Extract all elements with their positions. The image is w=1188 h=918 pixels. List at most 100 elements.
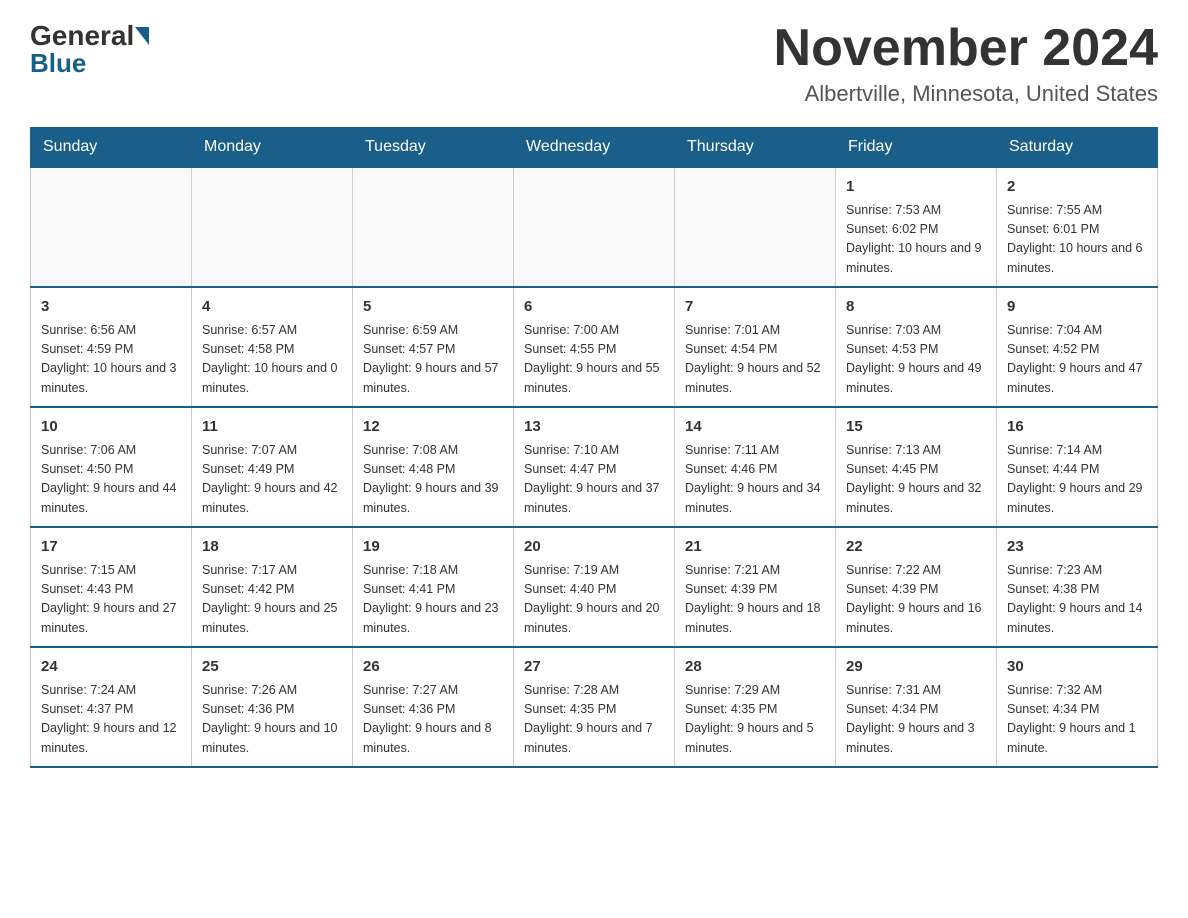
day-number: 6 bbox=[524, 296, 664, 319]
cell-content: Sunrise: 7:11 AMSunset: 4:46 PMDaylight:… bbox=[685, 441, 825, 519]
day-number: 20 bbox=[524, 536, 664, 559]
cell-content: Sunrise: 7:13 AMSunset: 4:45 PMDaylight:… bbox=[846, 441, 986, 519]
header: General Blue November 2024 Albertville, … bbox=[30, 20, 1158, 107]
calendar-cell-w2-d7: 9Sunrise: 7:04 AMSunset: 4:52 PMDaylight… bbox=[997, 287, 1158, 407]
calendar-cell-w4-d7: 23Sunrise: 7:23 AMSunset: 4:38 PMDayligh… bbox=[997, 527, 1158, 647]
calendar-cell-w1-d2 bbox=[192, 167, 353, 287]
day-number: 9 bbox=[1007, 296, 1147, 319]
calendar-cell-w5-d7: 30Sunrise: 7:32 AMSunset: 4:34 PMDayligh… bbox=[997, 647, 1158, 767]
cell-content: Sunrise: 7:14 AMSunset: 4:44 PMDaylight:… bbox=[1007, 441, 1147, 519]
calendar-cell-w5-d4: 27Sunrise: 7:28 AMSunset: 4:35 PMDayligh… bbox=[514, 647, 675, 767]
calendar-week-1: 1Sunrise: 7:53 AMSunset: 6:02 PMDaylight… bbox=[31, 167, 1158, 287]
day-number: 17 bbox=[41, 536, 181, 559]
calendar-cell-w1-d5 bbox=[675, 167, 836, 287]
calendar-cell-w5-d5: 28Sunrise: 7:29 AMSunset: 4:35 PMDayligh… bbox=[675, 647, 836, 767]
calendar-cell-w3-d7: 16Sunrise: 7:14 AMSunset: 4:44 PMDayligh… bbox=[997, 407, 1158, 527]
calendar-cell-w5-d3: 26Sunrise: 7:27 AMSunset: 4:36 PMDayligh… bbox=[353, 647, 514, 767]
day-number: 26 bbox=[363, 656, 503, 679]
day-number: 10 bbox=[41, 416, 181, 439]
calendar-cell-w4-d4: 20Sunrise: 7:19 AMSunset: 4:40 PMDayligh… bbox=[514, 527, 675, 647]
calendar-cell-w2-d6: 8Sunrise: 7:03 AMSunset: 4:53 PMDaylight… bbox=[836, 287, 997, 407]
day-number: 22 bbox=[846, 536, 986, 559]
calendar-cell-w5-d2: 25Sunrise: 7:26 AMSunset: 4:36 PMDayligh… bbox=[192, 647, 353, 767]
day-number: 27 bbox=[524, 656, 664, 679]
calendar-week-2: 3Sunrise: 6:56 AMSunset: 4:59 PMDaylight… bbox=[31, 287, 1158, 407]
cell-content: Sunrise: 7:04 AMSunset: 4:52 PMDaylight:… bbox=[1007, 321, 1147, 399]
cell-content: Sunrise: 7:27 AMSunset: 4:36 PMDaylight:… bbox=[363, 681, 503, 759]
header-friday: Friday bbox=[836, 128, 997, 168]
cell-content: Sunrise: 7:55 AMSunset: 6:01 PMDaylight:… bbox=[1007, 201, 1147, 279]
calendar-cell-w2-d5: 7Sunrise: 7:01 AMSunset: 4:54 PMDaylight… bbox=[675, 287, 836, 407]
day-number: 2 bbox=[1007, 176, 1147, 199]
logo: General Blue bbox=[30, 20, 150, 79]
cell-content: Sunrise: 7:08 AMSunset: 4:48 PMDaylight:… bbox=[363, 441, 503, 519]
day-number: 8 bbox=[846, 296, 986, 319]
calendar-cell-w3-d6: 15Sunrise: 7:13 AMSunset: 4:45 PMDayligh… bbox=[836, 407, 997, 527]
cell-content: Sunrise: 7:01 AMSunset: 4:54 PMDaylight:… bbox=[685, 321, 825, 399]
day-number: 30 bbox=[1007, 656, 1147, 679]
calendar-cell-w3-d3: 12Sunrise: 7:08 AMSunset: 4:48 PMDayligh… bbox=[353, 407, 514, 527]
day-number: 16 bbox=[1007, 416, 1147, 439]
cell-content: Sunrise: 6:59 AMSunset: 4:57 PMDaylight:… bbox=[363, 321, 503, 399]
month-title: November 2024 bbox=[774, 20, 1158, 77]
calendar-cell-w1-d6: 1Sunrise: 7:53 AMSunset: 6:02 PMDaylight… bbox=[836, 167, 997, 287]
cell-content: Sunrise: 7:06 AMSunset: 4:50 PMDaylight:… bbox=[41, 441, 181, 519]
cell-content: Sunrise: 7:31 AMSunset: 4:34 PMDaylight:… bbox=[846, 681, 986, 759]
day-number: 25 bbox=[202, 656, 342, 679]
calendar-cell-w4-d2: 18Sunrise: 7:17 AMSunset: 4:42 PMDayligh… bbox=[192, 527, 353, 647]
calendar-cell-w2-d2: 4Sunrise: 6:57 AMSunset: 4:58 PMDaylight… bbox=[192, 287, 353, 407]
cell-content: Sunrise: 6:57 AMSunset: 4:58 PMDaylight:… bbox=[202, 321, 342, 399]
calendar-cell-w5-d6: 29Sunrise: 7:31 AMSunset: 4:34 PMDayligh… bbox=[836, 647, 997, 767]
cell-content: Sunrise: 7:15 AMSunset: 4:43 PMDaylight:… bbox=[41, 561, 181, 639]
calendar-cell-w3-d4: 13Sunrise: 7:10 AMSunset: 4:47 PMDayligh… bbox=[514, 407, 675, 527]
day-number: 4 bbox=[202, 296, 342, 319]
calendar-cell-w1-d7: 2Sunrise: 7:55 AMSunset: 6:01 PMDaylight… bbox=[997, 167, 1158, 287]
day-number: 21 bbox=[685, 536, 825, 559]
day-number: 24 bbox=[41, 656, 181, 679]
cell-content: Sunrise: 7:19 AMSunset: 4:40 PMDaylight:… bbox=[524, 561, 664, 639]
calendar-cell-w1-d1 bbox=[31, 167, 192, 287]
header-thursday: Thursday bbox=[675, 128, 836, 168]
cell-content: Sunrise: 7:07 AMSunset: 4:49 PMDaylight:… bbox=[202, 441, 342, 519]
cell-content: Sunrise: 6:56 AMSunset: 4:59 PMDaylight:… bbox=[41, 321, 181, 399]
calendar-cell-w4-d6: 22Sunrise: 7:22 AMSunset: 4:39 PMDayligh… bbox=[836, 527, 997, 647]
cell-content: Sunrise: 7:23 AMSunset: 4:38 PMDaylight:… bbox=[1007, 561, 1147, 639]
day-number: 1 bbox=[846, 176, 986, 199]
title-area: November 2024 Albertville, Minnesota, Un… bbox=[774, 20, 1158, 107]
cell-content: Sunrise: 7:29 AMSunset: 4:35 PMDaylight:… bbox=[685, 681, 825, 759]
calendar-cell-w4-d3: 19Sunrise: 7:18 AMSunset: 4:41 PMDayligh… bbox=[353, 527, 514, 647]
day-number: 12 bbox=[363, 416, 503, 439]
logo-blue-text: Blue bbox=[30, 48, 86, 79]
cell-content: Sunrise: 7:53 AMSunset: 6:02 PMDaylight:… bbox=[846, 201, 986, 279]
cell-content: Sunrise: 7:10 AMSunset: 4:47 PMDaylight:… bbox=[524, 441, 664, 519]
cell-content: Sunrise: 7:21 AMSunset: 4:39 PMDaylight:… bbox=[685, 561, 825, 639]
calendar-cell-w4-d5: 21Sunrise: 7:21 AMSunset: 4:39 PMDayligh… bbox=[675, 527, 836, 647]
calendar-table: Sunday Monday Tuesday Wednesday Thursday… bbox=[30, 127, 1158, 768]
day-number: 28 bbox=[685, 656, 825, 679]
calendar-cell-w5-d1: 24Sunrise: 7:24 AMSunset: 4:37 PMDayligh… bbox=[31, 647, 192, 767]
header-sunday: Sunday bbox=[31, 128, 192, 168]
header-wednesday: Wednesday bbox=[514, 128, 675, 168]
cell-content: Sunrise: 7:22 AMSunset: 4:39 PMDaylight:… bbox=[846, 561, 986, 639]
cell-content: Sunrise: 7:32 AMSunset: 4:34 PMDaylight:… bbox=[1007, 681, 1147, 759]
day-number: 29 bbox=[846, 656, 986, 679]
cell-content: Sunrise: 7:17 AMSunset: 4:42 PMDaylight:… bbox=[202, 561, 342, 639]
calendar-header-row: Sunday Monday Tuesday Wednesday Thursday… bbox=[31, 128, 1158, 168]
day-number: 19 bbox=[363, 536, 503, 559]
header-saturday: Saturday bbox=[997, 128, 1158, 168]
calendar-cell-w1-d4 bbox=[514, 167, 675, 287]
day-number: 15 bbox=[846, 416, 986, 439]
day-number: 11 bbox=[202, 416, 342, 439]
calendar-cell-w4-d1: 17Sunrise: 7:15 AMSunset: 4:43 PMDayligh… bbox=[31, 527, 192, 647]
cell-content: Sunrise: 7:24 AMSunset: 4:37 PMDaylight:… bbox=[41, 681, 181, 759]
calendar-cell-w3-d5: 14Sunrise: 7:11 AMSunset: 4:46 PMDayligh… bbox=[675, 407, 836, 527]
day-number: 7 bbox=[685, 296, 825, 319]
calendar-cell-w2-d3: 5Sunrise: 6:59 AMSunset: 4:57 PMDaylight… bbox=[353, 287, 514, 407]
calendar-week-5: 24Sunrise: 7:24 AMSunset: 4:37 PMDayligh… bbox=[31, 647, 1158, 767]
calendar-cell-w3-d1: 10Sunrise: 7:06 AMSunset: 4:50 PMDayligh… bbox=[31, 407, 192, 527]
calendar-cell-w2-d1: 3Sunrise: 6:56 AMSunset: 4:59 PMDaylight… bbox=[31, 287, 192, 407]
day-number: 13 bbox=[524, 416, 664, 439]
header-monday: Monday bbox=[192, 128, 353, 168]
calendar-cell-w3-d2: 11Sunrise: 7:07 AMSunset: 4:49 PMDayligh… bbox=[192, 407, 353, 527]
cell-content: Sunrise: 7:28 AMSunset: 4:35 PMDaylight:… bbox=[524, 681, 664, 759]
